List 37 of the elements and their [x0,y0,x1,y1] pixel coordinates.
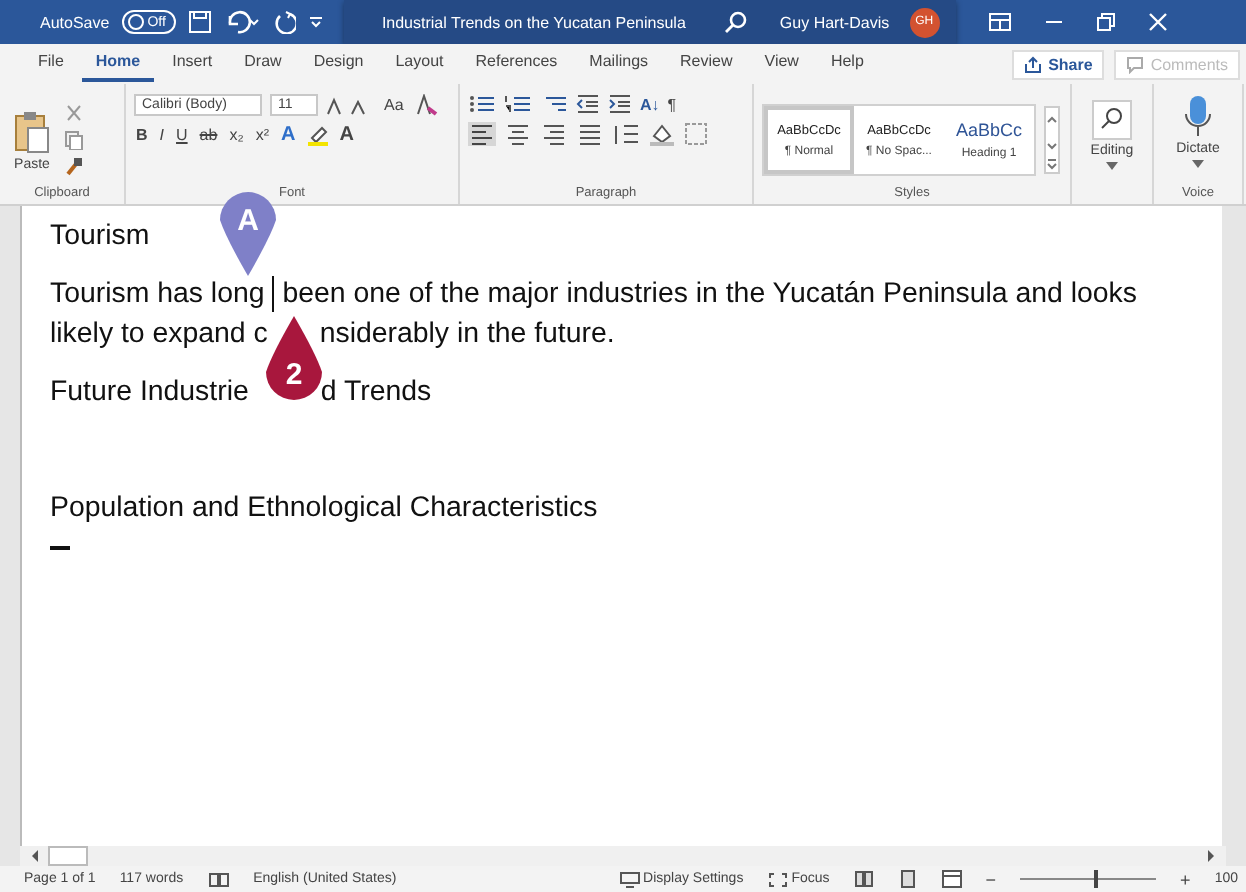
zoom-in-button[interactable]: + [1180,869,1191,889]
ribbon-tab[interactable]: Insert [158,46,227,82]
body-text: likely to expand c [50,318,268,350]
sort-button[interactable]: A↓ [640,95,660,113]
ribbon-tab[interactable]: References [461,46,572,82]
ribbon-tab[interactable]: Layout [381,46,458,82]
autosave-label: AutoSave [40,13,110,31]
format-button[interactable]: x₂ [227,126,246,144]
format-button[interactable]: x² [253,126,271,144]
document-title: Industrial Trends on the Yucatan Peninsula [379,13,688,31]
heading-text: Tourism [50,220,150,252]
body-text: nsiderably in the future. [319,318,615,350]
format-button[interactable]: U [174,126,190,144]
ribbon-tab[interactable]: View [750,46,813,82]
user-name[interactable]: Guy Hart-Davis [779,13,890,31]
callout-marker: 2 [264,314,324,402]
ribbon-tab[interactable]: Mailings [575,46,663,82]
format-button[interactable]: B [134,126,150,144]
heading-text: Future Industrie [50,376,249,408]
zoom-out-button[interactable]: − [985,869,997,889]
ribbon-tab[interactable]: Design [299,46,378,82]
format-button[interactable]: I [157,126,167,144]
body-text: been one of the major industries in the Yucatán Peninsula and looks [282,278,1137,310]
format-button[interactable]: ab [197,126,220,144]
change-case-button[interactable]: Aa [382,96,406,114]
font-color-button[interactable]: A [337,124,356,146]
ribbon-tab[interactable]: Draw [230,46,296,82]
callout-marker: A [218,190,278,278]
font-color-button[interactable]: A [278,124,298,146]
share-button[interactable]: Share [1012,49,1105,79]
heading-text: d Trends [320,376,432,408]
show-marks-button[interactable]: ¶ [667,95,677,113]
ribbon-tab[interactable]: File [24,46,78,82]
heading-text: Population and Ethnological Characteristics [50,492,598,524]
ribbon-tab[interactable]: Help [816,46,878,82]
body-text: Tourism has long [50,278,265,310]
ribbon-tab[interactable]: Review [666,46,747,82]
